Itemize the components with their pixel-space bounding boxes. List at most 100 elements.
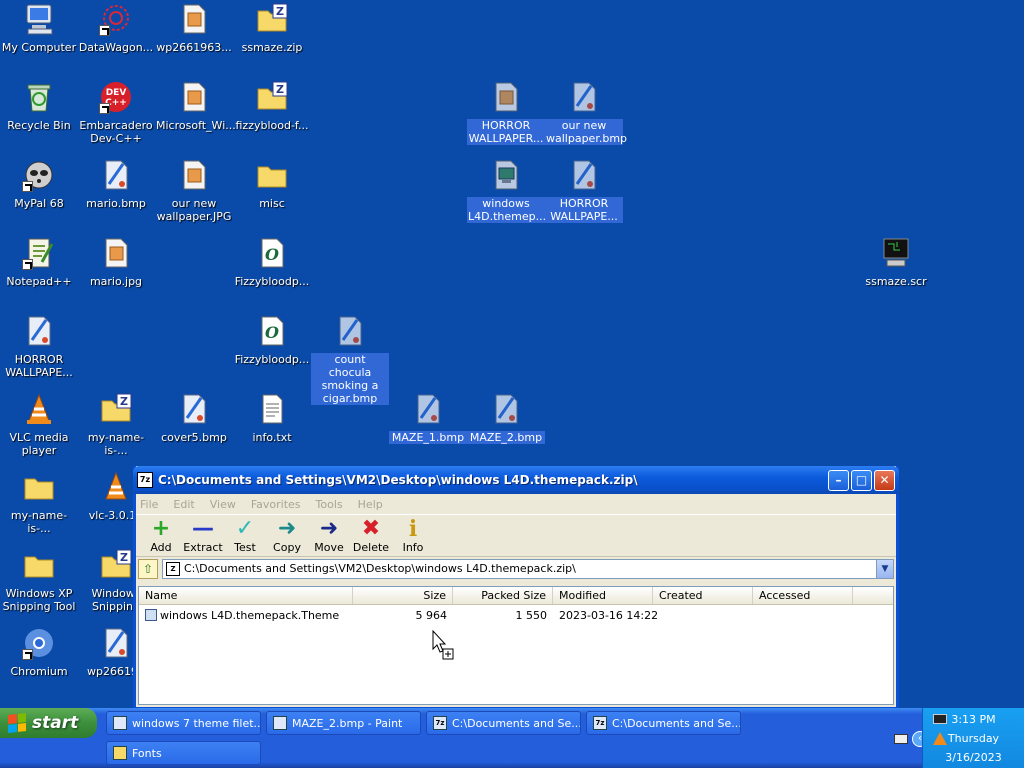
jpg-image-icon — [177, 2, 211, 36]
desktop-icon-label: MyPal 68 — [14, 197, 64, 210]
desktop-icon-label: our new wallpaper.JPG — [156, 197, 232, 223]
desktop-icon-recycle-bin[interactable]: Recycle Bin — [0, 80, 78, 132]
desktop-icon-snipping-tool[interactable]: Windows XP Snipping Tool — [0, 548, 78, 613]
maximize-button[interactable]: □ — [851, 469, 872, 491]
menu-tools[interactable]: Tools — [316, 498, 343, 511]
desktop-icon-label: Notepad++ — [6, 275, 72, 288]
drag-copy-cursor-icon — [432, 629, 456, 665]
desktop-icon-cover5[interactable]: cover5.bmp — [155, 392, 233, 444]
desktop-icon-misc[interactable]: misc — [233, 158, 311, 210]
desktop-icon-maze-1[interactable]: MAZE_1.bmp — [389, 392, 467, 444]
clock-date: 3/16/2023 — [945, 751, 1002, 764]
copy-button[interactable]: ➜ Copy — [266, 517, 308, 555]
svg-text:O: O — [265, 323, 279, 342]
keyboard-icon[interactable] — [894, 734, 908, 744]
column-header-modified[interactable]: Modified — [553, 587, 653, 604]
desktop-icon-windows-l4d-themepack[interactable]: windows L4D.themep... — [467, 158, 546, 223]
desktop-icon-vlc[interactable]: VLC media player — [0, 392, 78, 457]
add-label: Add — [150, 541, 172, 554]
window-titlebar[interactable]: 7z C:\Documents and Settings\VM2\Desktop… — [133, 466, 899, 494]
close-button[interactable]: ✕ — [874, 469, 895, 491]
paint-image-icon — [22, 314, 56, 348]
shortcut-arrow-icon — [22, 649, 33, 660]
paint-image-icon — [99, 158, 133, 192]
desktop-icon-datawagon[interactable]: DataWagon... — [77, 2, 155, 54]
desktop-icon-mario-jpg[interactable]: mario.jpg — [77, 236, 155, 288]
plus-icon: + — [151, 516, 171, 541]
svg-text:Z: Z — [276, 5, 284, 18]
menu-view[interactable]: View — [210, 498, 236, 511]
menu-file[interactable]: File — [140, 498, 158, 511]
desktop-icon-horror-wallpaper-1[interactable]: HORROR WALLPAPER... — [467, 80, 545, 145]
up-folder-button[interactable]: ⇧ — [138, 558, 158, 579]
desktop-icon-our-new-wallpaper-bmp[interactable]: our new wallpaper.bmp — [545, 80, 627, 145]
paint-image-icon — [567, 80, 601, 114]
taskbar-button-fonts[interactable]: Fonts — [106, 741, 261, 765]
menu-favorites[interactable]: Favorites — [251, 498, 301, 511]
desktop-icon-fizzybloodp-1[interactable]: O Fizzybloodp... — [233, 236, 311, 288]
add-button[interactable]: + Add — [140, 516, 182, 555]
desktop-icon-my-name-folder[interactable]: my-name-is-... — [0, 470, 78, 535]
column-header-packed-size[interactable]: Packed Size — [453, 587, 553, 604]
font-file-icon: O — [255, 314, 289, 348]
jpg-image-icon — [99, 236, 133, 270]
info-label: Info — [402, 541, 424, 554]
shortcut-arrow-icon — [99, 25, 110, 36]
desktop-icon-maze-2[interactable]: MAZE_2.bmp — [467, 392, 545, 444]
desktop-icon-our-new-wallpaper-jpg[interactable]: our new wallpaper.JPG — [155, 158, 233, 223]
address-combobox[interactable]: Z C:\Documents and Settings\VM2\Desktop\… — [162, 558, 894, 579]
desktop-icon-ssmaze-zip[interactable]: Z ssmaze.zip — [233, 2, 311, 54]
desktop-icon-devcpp[interactable]: DEV C++ Embarcadero Dev-C++ — [77, 80, 155, 145]
text-file-icon — [255, 392, 289, 426]
desktop-icon-label: cover5.bmp — [161, 431, 227, 444]
desktop-icon-fizzyblood-f[interactable]: Z fizzyblood-f... — [233, 80, 311, 132]
desktop-icon-fizzybloodp-2[interactable]: O Fizzybloodp... — [233, 314, 311, 366]
row-packed-cell: 1 550 — [515, 608, 548, 622]
svg-text:Z: Z — [120, 395, 128, 408]
table-row[interactable]: windows L4D.themepack.Theme 5 964 1 550 … — [139, 606, 893, 624]
chevron-down-icon[interactable]: ▼ — [876, 559, 893, 578]
taskbar-button-7zip-2[interactable]: 7z C:\Documents and Se... — [586, 711, 741, 735]
row-name-cell: windows L4D.themepack.Theme — [139, 608, 353, 622]
minimize-button[interactable]: – — [828, 469, 849, 491]
desktop-icon-label: VLC media player — [9, 431, 69, 457]
desktop-icon-horror-wallpaper-3[interactable]: HORROR WALLPAPE... — [0, 314, 78, 379]
start-button[interactable]: start — [0, 708, 97, 738]
move-button[interactable]: ➜ Move — [308, 517, 350, 555]
shortcut-arrow-icon — [22, 259, 33, 270]
desktop-icon-my-name-zip[interactable]: Z my-name-is-... — [77, 392, 155, 457]
taskbar-button-7zip-1[interactable]: 7z C:\Documents and Se... — [426, 711, 581, 735]
column-header-accessed[interactable]: Accessed — [753, 587, 853, 604]
desktop-icon-notepadpp[interactable]: Notepad++ — [0, 236, 78, 288]
menu-help[interactable]: Help — [358, 498, 383, 511]
desktop-icon-microsoft-wi[interactable]: Microsoft_Wi... — [155, 80, 236, 132]
desktop-icon-wp2661963[interactable]: wp2661963... — [155, 2, 233, 54]
task-label: MAZE_2.bmp - Paint — [292, 716, 403, 730]
desktop-icon-horror-wallpaper-2[interactable]: HORROR WALLPAPE... — [545, 158, 623, 223]
desktop-icon-my-computer[interactable]: My Computer — [0, 2, 78, 54]
desktop-icon-chromium[interactable]: Chromium — [0, 626, 78, 678]
desktop-icon-mario-bmp[interactable]: mario.bmp — [77, 158, 155, 210]
column-header-created[interactable]: Created — [653, 587, 753, 604]
menu-edit[interactable]: Edit — [173, 498, 194, 511]
delete-label: Delete — [352, 541, 390, 554]
info-button[interactable]: i Info — [392, 517, 434, 554]
vlc-tray-icon[interactable] — [933, 732, 947, 745]
start-label: start — [32, 713, 79, 733]
desktop-icon-info-txt[interactable]: info.txt — [233, 392, 311, 444]
desktop-icon-mypal[interactable]: MyPal 68 — [0, 158, 78, 210]
desktop-icon-count-chocula[interactable]: count chocula smoking a cigar.bmp — [311, 314, 389, 405]
taskbar-button-theme-filet[interactable]: windows 7 theme filet... — [106, 711, 261, 735]
delete-button[interactable]: ✖ Delete — [350, 517, 392, 555]
column-header-size[interactable]: Size — [353, 587, 453, 604]
test-button[interactable]: ✓ Test — [224, 517, 266, 555]
7zip-app-icon: 7z — [433, 716, 447, 730]
datawagon-icon — [99, 2, 133, 36]
theme-file-icon — [145, 608, 157, 621]
network-icon[interactable] — [933, 714, 947, 724]
desktop-icon-ssmaze-scr[interactable]: ssmaze.scr — [857, 236, 935, 288]
file-list[interactable]: Name Size Packed Size Modified Created A… — [138, 586, 894, 705]
taskbar-button-paint[interactable]: MAZE_2.bmp - Paint — [266, 711, 421, 735]
extract-button[interactable]: — Extract — [182, 517, 224, 555]
column-header-name[interactable]: Name — [139, 587, 353, 604]
